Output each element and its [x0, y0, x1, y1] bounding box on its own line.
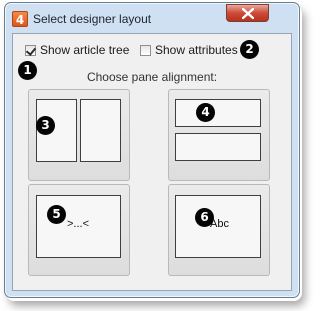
callout-3: 3 — [36, 116, 55, 135]
callout-6: 6 — [195, 208, 214, 227]
dialog-window: 4 Select designer layout Show article tr… — [4, 2, 300, 298]
title-bar[interactable]: 4 Select designer layout — [5, 3, 299, 33]
callout-2: 2 — [240, 40, 259, 59]
close-icon — [242, 8, 254, 19]
bottom-pane-preview — [175, 133, 261, 161]
pane-alignment-heading: Choose pane alignment: — [86, 70, 218, 84]
dialog-body: Show article tree Show attributes 1 2 Ch… — [12, 33, 292, 291]
layout-text-view-button[interactable]: Abc — [168, 184, 270, 276]
app-icon: 4 — [12, 11, 28, 27]
checkbox-box-checked[interactable] — [25, 45, 36, 56]
source-pane-preview: >...< — [36, 195, 121, 258]
callout-5: 5 — [47, 205, 66, 224]
close-button[interactable] — [226, 4, 269, 22]
top-pane-preview — [175, 99, 261, 127]
show-attributes-label: Show attributes — [155, 43, 238, 57]
callout-4: 4 — [196, 103, 215, 122]
layout-horizontal-split-button[interactable] — [168, 89, 270, 181]
layout-xml-source-button[interactable]: >...< — [28, 184, 130, 276]
checkbox-box-unchecked[interactable] — [140, 45, 151, 56]
text-pane-preview: Abc — [175, 195, 261, 258]
xml-tag-label: >...< — [67, 218, 90, 230]
window-title: Select designer layout — [33, 12, 152, 26]
right-pane-preview — [80, 99, 121, 162]
show-article-tree-label: Show article tree — [40, 43, 130, 57]
layout-vertical-split-button[interactable] — [28, 89, 130, 181]
